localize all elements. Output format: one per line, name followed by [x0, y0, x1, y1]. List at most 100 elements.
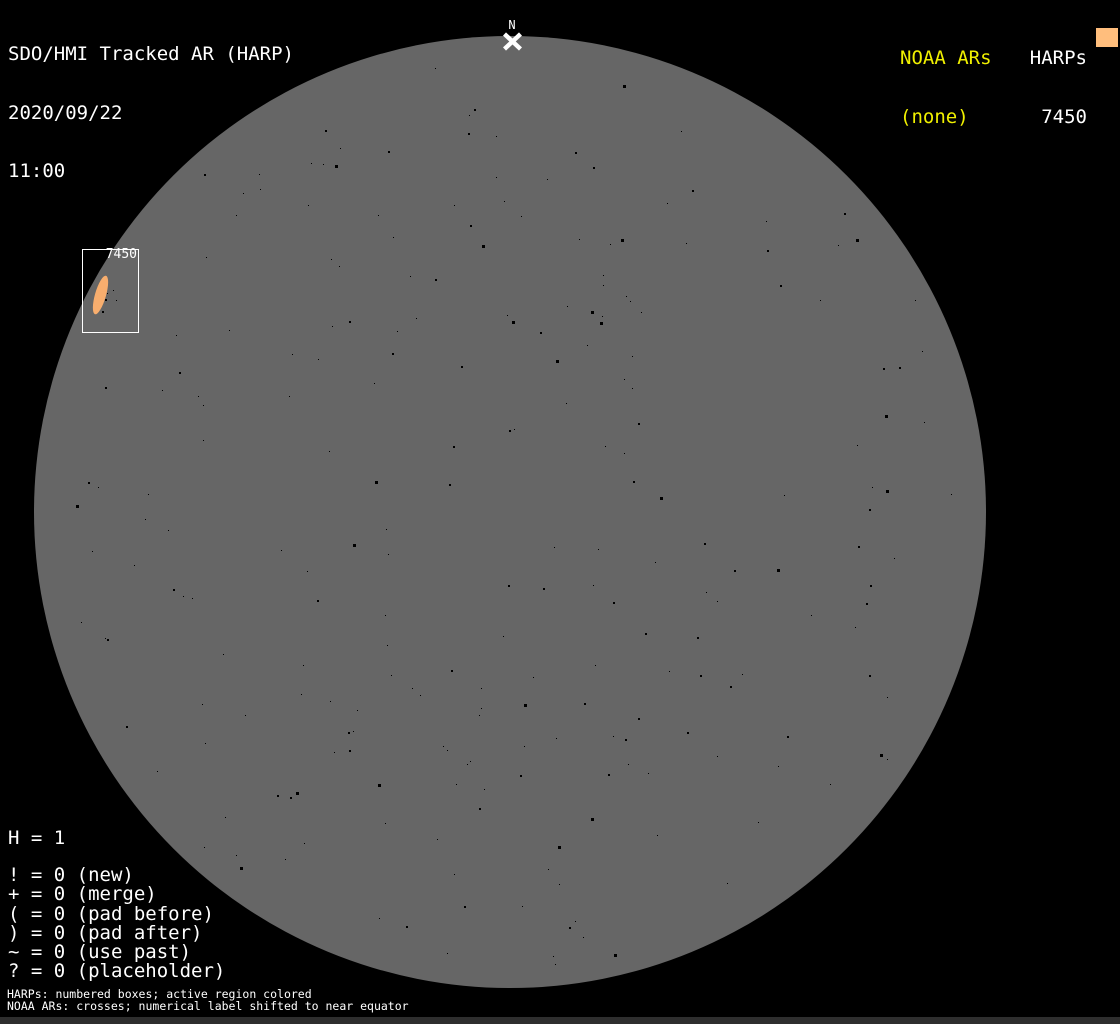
- speckle: [924, 422, 925, 423]
- speckle: [202, 704, 203, 705]
- speckle: [461, 366, 463, 368]
- speckle: [657, 835, 658, 836]
- date-label: 2020/09/22: [8, 104, 294, 124]
- speckle: [603, 285, 604, 286]
- speckle: [584, 703, 586, 705]
- speckle: [317, 600, 319, 602]
- speckle: [591, 311, 594, 314]
- speckle: [687, 732, 689, 734]
- speckle: [566, 403, 567, 404]
- footnotes: HARPs: numbered boxes; active region col…: [7, 988, 409, 1013]
- speckle: [507, 315, 508, 316]
- speckle: [547, 179, 548, 180]
- speckle: [697, 637, 699, 639]
- speckle: [880, 754, 883, 757]
- legend-line: ( = 0 (pad before): [8, 905, 225, 924]
- speckle: [176, 335, 177, 336]
- speckle: [624, 453, 625, 454]
- speckle: [388, 151, 390, 153]
- speckle: [236, 855, 237, 856]
- noaa-ars-label: NOAA ARs: [900, 49, 992, 69]
- speckle: [883, 368, 885, 370]
- harps-label: HARPs: [1018, 49, 1087, 69]
- speckle: [915, 300, 916, 301]
- speckle: [349, 321, 351, 323]
- north-cross-icon: [502, 32, 523, 51]
- speckle: [145, 519, 146, 520]
- speckle: [509, 430, 511, 432]
- speckle: [686, 243, 687, 244]
- speckle: [820, 300, 821, 301]
- speckle: [281, 550, 282, 551]
- speckle: [437, 839, 438, 840]
- header-block: SDO/HMI Tracked AR (HARP) 2020/09/22 11:…: [8, 6, 294, 221]
- speckle: [633, 481, 635, 483]
- harp-color-swatch: [1096, 28, 1118, 47]
- speckle: [692, 190, 694, 192]
- noaa-ars-value: (none): [900, 108, 992, 128]
- speckle: [203, 440, 204, 441]
- speckle: [386, 529, 387, 530]
- speckle: [277, 795, 279, 797]
- speckle: [742, 674, 743, 675]
- speckle: [349, 750, 351, 752]
- speckle: [593, 585, 594, 586]
- speckle: [449, 484, 451, 486]
- harp-region-box: 7450: [82, 249, 139, 333]
- speckle: [496, 177, 497, 178]
- speckle: [303, 665, 304, 666]
- speckle: [285, 859, 286, 860]
- speckle: [524, 704, 527, 707]
- speckle: [331, 259, 332, 260]
- speckle: [899, 367, 901, 369]
- speckle: [521, 216, 522, 217]
- speckle: [838, 245, 839, 246]
- speckle: [348, 732, 350, 734]
- speckle: [105, 638, 106, 639]
- speckle: [323, 164, 324, 165]
- north-label: N: [504, 19, 520, 32]
- harps-value: 7450: [1018, 108, 1087, 128]
- bottom-bar: [0, 1017, 1120, 1024]
- speckle: [482, 245, 485, 248]
- speckle: [555, 964, 556, 965]
- speckle: [922, 351, 923, 352]
- speckle: [173, 589, 175, 591]
- speckle: [858, 546, 860, 548]
- speckle: [575, 152, 577, 154]
- speckle: [496, 136, 497, 137]
- active-region-blob: [90, 274, 112, 315]
- speckle: [766, 221, 767, 222]
- speckle: [290, 797, 292, 799]
- speckle: [630, 301, 631, 302]
- speckle: [870, 585, 872, 587]
- speckle: [569, 927, 571, 929]
- speckle: [179, 372, 181, 374]
- speckle: [468, 133, 470, 135]
- speckle: [223, 654, 224, 655]
- speckle: [648, 773, 649, 774]
- speckle: [844, 213, 846, 215]
- speckle: [558, 846, 561, 849]
- speckle: [245, 715, 246, 716]
- speckle: [522, 906, 523, 907]
- speckle: [660, 497, 663, 500]
- speckle: [435, 279, 437, 281]
- speckle: [454, 205, 455, 206]
- speckle: [626, 296, 627, 297]
- footnote-line: NOAA ARs: crosses; numerical label shift…: [7, 1000, 409, 1012]
- speckle: [887, 697, 888, 698]
- speckle: [88, 482, 90, 484]
- speckle: [717, 601, 718, 602]
- speckle: [105, 387, 107, 389]
- speckle: [610, 244, 611, 245]
- speckle: [334, 752, 335, 753]
- speckle: [391, 675, 392, 676]
- speckle: [579, 239, 580, 240]
- speckle: [126, 726, 128, 728]
- speckle: [872, 487, 873, 488]
- speckle: [406, 926, 408, 928]
- legend-h-count: H = 1: [8, 829, 65, 848]
- speckle: [504, 201, 505, 202]
- speckle: [289, 396, 290, 397]
